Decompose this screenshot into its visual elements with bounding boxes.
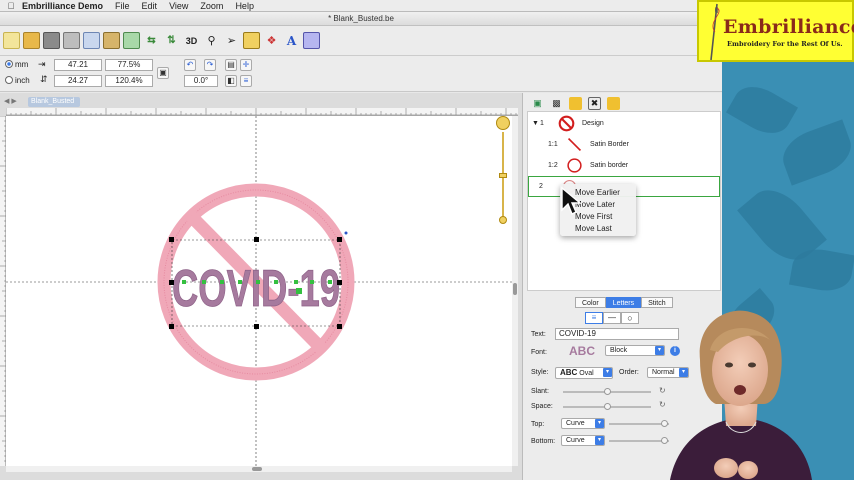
lock-proportions-icon[interactable]: ▣ <box>157 67 169 79</box>
document-tab[interactable]: Blank_Busted <box>28 97 80 107</box>
text-align-buttons: ≡ — ○ <box>585 312 639 324</box>
design-text[interactable]: COVID-19 <box>172 260 341 319</box>
horizontal-scrollbar[interactable] <box>6 466 512 472</box>
space-label: Space: <box>531 403 553 410</box>
unit-inch-label: inch <box>15 76 30 85</box>
align-left-icon[interactable]: ◧ <box>225 75 237 87</box>
sequence-row-satin-border-2[interactable]: 1:2 Satin border <box>528 155 720 176</box>
tab-letters[interactable]: Letters <box>605 297 642 308</box>
vertical-scrollbar[interactable] <box>512 116 518 466</box>
tab-nav-arrows[interactable]: ◀ ▶ <box>4 97 17 105</box>
sequence-row-satin-border-1[interactable]: 1:1 Satin Border <box>528 134 720 155</box>
rotation-field[interactable]: 0.0° <box>184 75 218 87</box>
slant-slider[interactable] <box>563 388 651 395</box>
bottom-label: Bottom: <box>531 438 556 445</box>
style-select[interactable]: ABC Oval ▾ <box>555 367 613 379</box>
unit-inch-radio[interactable] <box>5 76 13 84</box>
flip-horizontal-icon[interactable]: ⇆ <box>143 32 160 49</box>
sequence-toolbar: ▣ ▩ ✖ <box>531 97 626 111</box>
width-icon: ⇥ <box>38 59 46 69</box>
hide-icon[interactable]: ✖ <box>588 97 601 110</box>
open-folder-icon[interactable] <box>23 32 40 49</box>
align-straight-icon[interactable]: — <box>603 312 621 324</box>
sequence-row-design[interactable]: ▼ 1 Design <box>528 113 720 134</box>
diagonal-line-icon <box>567 137 582 152</box>
no-symbol-icon <box>558 115 575 132</box>
font-select[interactable]: Block ▾ <box>605 345 665 356</box>
needle-icon <box>710 3 720 61</box>
menu-zoom[interactable]: Zoom <box>200 1 223 11</box>
unit-mm-radio[interactable] <box>5 60 13 68</box>
zoom-icon[interactable]: ⚲ <box>203 32 220 49</box>
logo-title: Embrilliance <box>723 16 854 38</box>
measurements-bar: mm inch ⇥ ⇵ 47.21 77.5% 24.27 120.4% ▣ ↶… <box>0 56 722 92</box>
lock-icon[interactable] <box>569 97 582 110</box>
menu-bar:  Embrilliance Demo File Edit View Zoom … <box>0 0 722 12</box>
unlock-icon[interactable] <box>607 97 620 110</box>
select-arrow-icon[interactable]: ➢ <box>223 32 240 49</box>
mouse-cursor-icon <box>561 186 582 215</box>
slant-label: Slant: <box>531 388 549 395</box>
rotate-right-icon[interactable]: ↷ <box>204 59 216 71</box>
top-label: Top: <box>531 421 545 428</box>
align-icon[interactable]: ▤ <box>225 59 237 71</box>
add-text-icon[interactable]: A <box>283 32 300 49</box>
width-field[interactable]: 47.21 <box>54 59 102 71</box>
menu-help[interactable]: Help <box>235 1 254 11</box>
3d-view-icon[interactable]: 3D <box>183 32 200 49</box>
group-icon[interactable]: ▣ <box>531 97 544 110</box>
flip-vertical-icon[interactable]: ⇅ <box>163 32 180 49</box>
circle-icon <box>567 158 582 173</box>
design-canvas-area: ◀ ▶ Blank_Busted COVID-19 <box>0 93 522 480</box>
top-ruler <box>5 108 518 116</box>
space-slider[interactable] <box>563 403 651 410</box>
zoom-crosshair-icon[interactable] <box>496 116 510 130</box>
new-document-icon[interactable] <box>3 32 20 49</box>
style-label: Style: <box>531 369 549 376</box>
ungroup-icon[interactable]: ▩ <box>550 97 563 110</box>
zoom-slider[interactable] <box>496 116 510 231</box>
bottom-curve-select[interactable]: Curve ▾ <box>561 435 605 446</box>
align-line-icon[interactable]: ≡ <box>585 312 603 324</box>
center-icon[interactable]: ✛ <box>240 59 252 71</box>
height-icon: ⇵ <box>40 74 48 84</box>
embrilliance-logo: Embrilliance Embroidery For the Rest Of … <box>697 0 854 62</box>
hoop-canvas[interactable]: COVID-19 <box>6 116 512 466</box>
order-label: Order: <box>619 369 639 376</box>
font-preview: ABC <box>569 344 595 358</box>
main-toolbar: ⇆ ⇅ 3D ⚲ ➢ ❖ A <box>0 26 722 56</box>
menu-view[interactable]: View <box>169 1 188 11</box>
text-label: Text: <box>531 331 546 338</box>
top-curve-select[interactable]: Curve ▾ <box>561 418 605 429</box>
save-icon[interactable] <box>43 32 60 49</box>
width-percent-field[interactable]: 77.5% <box>105 59 153 71</box>
apple-icon[interactable]:  <box>0 1 22 11</box>
distribute-icon[interactable]: ≡ <box>240 75 252 87</box>
unit-mm-label: mm <box>15 60 29 69</box>
height-percent-field[interactable]: 120.4% <box>105 75 153 87</box>
menu-file[interactable]: File <box>115 1 130 11</box>
property-tabs: Color Letters Stitch <box>575 297 673 308</box>
print-icon[interactable] <box>63 32 80 49</box>
logo-tagline: Embroidery For the Rest Of Us. <box>727 40 843 48</box>
clipboard-icon[interactable] <box>123 32 140 49</box>
copy-icon[interactable] <box>83 32 100 49</box>
monogram-icon[interactable] <box>303 32 320 49</box>
presenter-video <box>670 310 812 480</box>
paste-icon[interactable] <box>103 32 120 49</box>
tab-color[interactable]: Color <box>575 297 606 308</box>
menu-move-last[interactable]: Move Last <box>560 223 636 235</box>
align-circle-icon[interactable]: ○ <box>621 312 639 324</box>
height-field[interactable]: 24.27 <box>54 75 102 87</box>
window-title: * Blank_Busted.be <box>0 12 722 26</box>
menu-edit[interactable]: Edit <box>142 1 158 11</box>
app-menu[interactable]: Embrilliance Demo <box>22 1 103 11</box>
disclosure-triangle-icon[interactable]: ▼ <box>532 120 539 127</box>
hoop-icon[interactable] <box>243 32 260 49</box>
font-label: Font: <box>531 349 547 356</box>
color-sort-icon[interactable]: ❖ <box>263 32 280 49</box>
rotate-left-icon[interactable]: ↶ <box>184 59 196 71</box>
